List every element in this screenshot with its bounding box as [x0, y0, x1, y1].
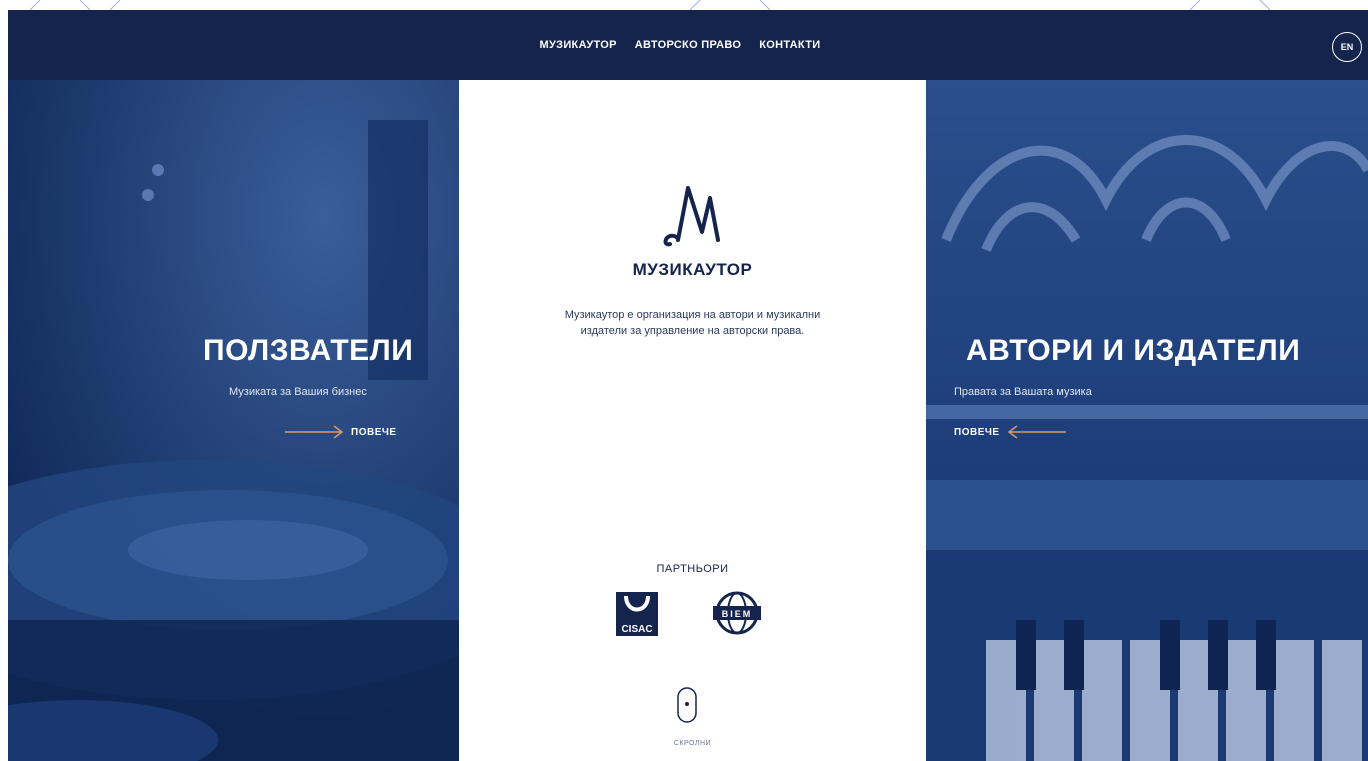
intro-description-line-2: издатели за управление на авторски права…	[580, 325, 805, 337]
language-switch-button[interactable]: EN	[1332, 32, 1362, 62]
users-more-link[interactable]: ПОВЕЧЕ	[285, 425, 397, 439]
muzikautor-logo-icon	[459, 180, 926, 259]
intro-description-line-1: Музикаутор е организация на автори и муз…	[564, 309, 821, 321]
brand-name: МУЗИКАУТОР	[632, 260, 753, 279]
top-decor-strip	[0, 0, 1368, 10]
authors-title: АВТОРИ И ИЗДАТЕЛИ	[966, 334, 1301, 367]
arrow-right-icon	[285, 425, 344, 439]
nav-link-copyright[interactable]: АВТОРСКО ПРАВО	[635, 39, 741, 51]
authors-panel[interactable]: АВТОРИ И ИЗДАТЕЛИ Правата за Вашата музи…	[926, 80, 1368, 761]
arrow-left-icon	[1007, 425, 1066, 439]
scroll-label: СКРОЛНИ	[673, 740, 712, 747]
partner-logo-biem[interactable]: BIEM	[711, 588, 763, 643]
site-header: МУЗИКАУТОР АВТОРСКО ПРАВО КОНТАКТИ EN	[8, 10, 1368, 80]
users-title: ПОЛЗВАТЕЛИ	[203, 334, 414, 367]
authors-more-link[interactable]: ПОВЕЧЕ	[954, 425, 1066, 439]
partner-logo-cisac[interactable]: CISAC	[614, 590, 660, 643]
scroll-down-button[interactable]	[676, 686, 698, 729]
authors-more-label: ПОВЕЧЕ	[954, 426, 1000, 438]
users-subtitle: Музиката за Вашия бизнес	[229, 386, 367, 398]
authors-subtitle: Правата за Вашата музика	[954, 386, 1092, 398]
partners-title: ПАРТНЬОРИ	[656, 563, 729, 575]
piano-background-image	[926, 80, 1368, 761]
intro-description: Музикаутор е организация на автори и муз…	[499, 307, 886, 339]
users-panel[interactable]: ПОЛЗВАТЕЛИ Музиката за Вашия бизнес ПОВЕ…	[8, 80, 459, 761]
top-decor-lines	[29, 0, 1271, 10]
turntable-background-image	[8, 80, 459, 761]
nav-link-muzikautor[interactable]: МУЗИКАУТОР	[540, 39, 617, 51]
users-more-label: ПОВЕЧЕ	[351, 426, 397, 438]
mouse-icon	[677, 687, 697, 723]
main-nav: МУЗИКАУТОР АВТОРСКО ПРАВО КОНТАКТИ	[8, 10, 1368, 80]
intro-panel: МУЗИКАУТОР Музикаутор е организация на а…	[459, 80, 926, 761]
biem-logo-text: BIEM	[722, 609, 753, 619]
cisac-logo-text: CISAC	[621, 624, 652, 635]
nav-link-contacts[interactable]: КОНТАКТИ	[759, 39, 820, 51]
